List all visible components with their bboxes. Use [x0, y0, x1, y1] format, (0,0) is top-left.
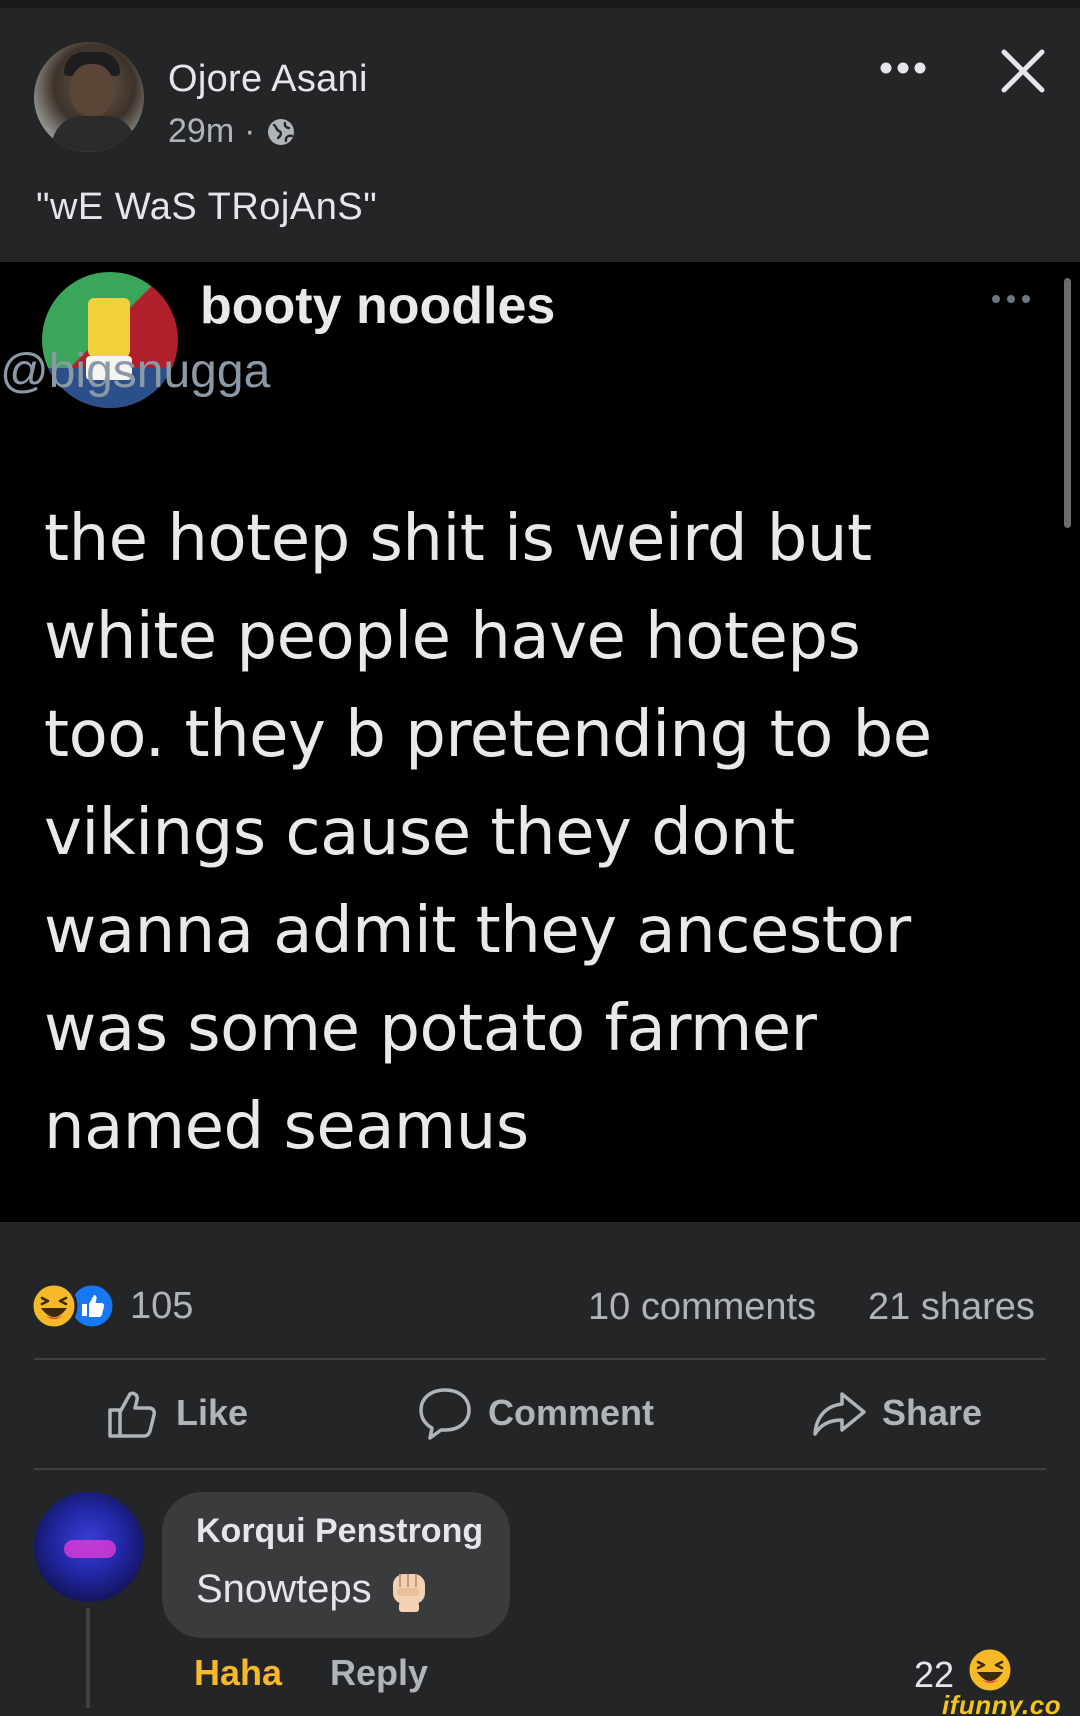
post-time[interactable]: 29m [168, 112, 234, 151]
comment-text: Snowteps [196, 1564, 432, 1614]
tweet-line: named seamus [44, 1090, 529, 1164]
author-name[interactable]: Ojore Asani [168, 58, 368, 101]
share-label: Share [882, 1392, 983, 1433]
share-icon [813, 1392, 866, 1436]
fist-icon [392, 1574, 425, 1612]
reaction-count: 105 [130, 1284, 194, 1327]
tweet-line: white people have hoteps [44, 600, 861, 674]
tweet-text: the hotep shit is weird but white people… [44, 490, 1044, 1176]
meta-separator: · [244, 112, 256, 150]
tweet-line: the hotep shit is weird but [44, 502, 872, 576]
comment-button[interactable]: Comment [416, 1384, 654, 1442]
tweet-display-name: booty noodles [200, 277, 556, 335]
haha-icon [966, 1646, 1014, 1694]
comment-icon [419, 1388, 471, 1440]
reply-link[interactable]: Reply [330, 1652, 428, 1694]
tweet-line: too. they b pretending to be [44, 698, 932, 772]
close-icon[interactable] [996, 44, 1050, 98]
more-icon[interactable] [878, 56, 928, 80]
divider [34, 1358, 1046, 1360]
reactions-summary[interactable]: 105 [30, 1282, 193, 1330]
top-strip [0, 0, 1080, 8]
tweet-more-icon [992, 295, 1030, 303]
shares-count[interactable]: 21 shares [868, 1286, 1035, 1329]
comments-count[interactable]: 10 comments [588, 1286, 816, 1329]
scrollbar[interactable] [1064, 278, 1071, 528]
tweet-handle: @bigsnugga [0, 345, 271, 398]
divider [34, 1468, 1046, 1470]
watermark: ifunny.co [942, 1690, 1062, 1716]
author-avatar[interactable] [34, 42, 144, 152]
share-button[interactable]: Share [810, 1384, 982, 1442]
commenter-avatar[interactable] [34, 1492, 144, 1602]
like-button[interactable]: Like [104, 1384, 248, 1442]
tweet-line: wanna admit they ancestor [44, 894, 911, 968]
haha-icon [30, 1282, 78, 1330]
globe-icon [268, 118, 295, 145]
tweet-line: was some potato farmer [44, 992, 817, 1066]
commenter-name[interactable]: Korqui Penstrong [196, 1512, 483, 1551]
like-label: Like [176, 1392, 249, 1433]
like-icon [108, 1391, 156, 1438]
post-caption: "wE WaS TRojAnS" [36, 186, 378, 228]
comment-label: Comment [488, 1392, 655, 1433]
comment-body: Snowteps [196, 1566, 372, 1611]
tweet-image[interactable]: booty noodles @bigsnugga the hotep shit … [0, 262, 1080, 1222]
facebook-post-view: Ojore Asani 29m · "wE WaS TRojAnS" booty… [0, 0, 1080, 1716]
haha-reaction-link[interactable]: Haha [194, 1652, 282, 1694]
thread-line [86, 1608, 90, 1708]
post-meta: 29m · [168, 112, 297, 151]
tweet-line: vikings cause they dont [44, 796, 795, 870]
